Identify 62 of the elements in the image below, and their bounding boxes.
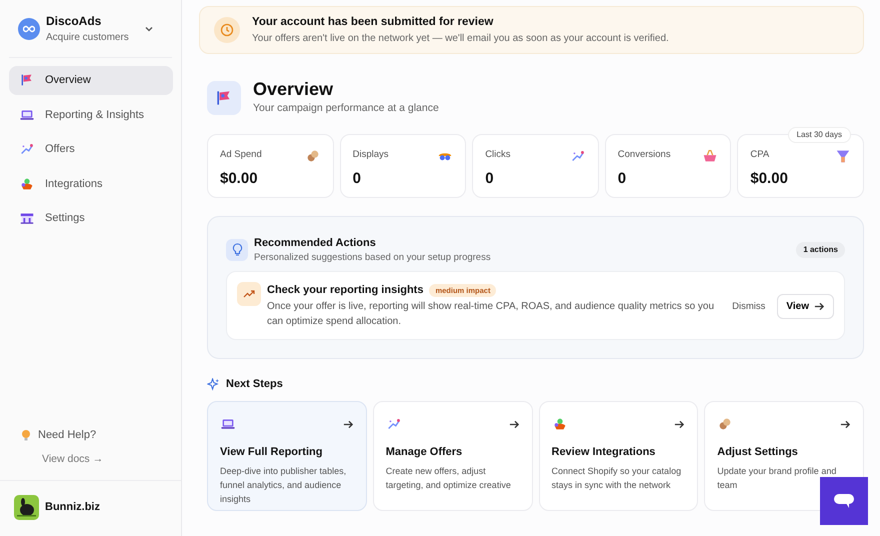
lightbulb-icon xyxy=(20,428,32,442)
chat-icon xyxy=(833,492,855,510)
brand-name: DiscoAds xyxy=(46,13,102,30)
basket-icon xyxy=(702,148,718,164)
step-card[interactable]: Manage Offers Create new offers, adjust targeting, and optimize creative xyxy=(372,401,532,512)
account-name: Bunniz.biz xyxy=(45,500,100,516)
stat-value: 0 xyxy=(618,168,628,189)
arrow-icon xyxy=(840,418,851,430)
arrow-icon xyxy=(674,418,686,430)
step-title: Review Integrations xyxy=(552,445,656,460)
coins-icon xyxy=(304,148,321,164)
stat-value: $0.00 xyxy=(750,168,789,189)
step-card[interactable]: View Full Reporting Deep-dive into publisher tables, funnel analytics, and audience insights xyxy=(207,401,367,512)
stat-value: $0.00 xyxy=(220,168,259,189)
actions-count: 1 actions xyxy=(796,242,845,258)
step-card[interactable]: Adjust Settings Update your brand profile and team xyxy=(704,401,864,512)
section-subtitle: Personalized suggestions based on your setup progress xyxy=(254,251,492,266)
stat-value: 0 xyxy=(352,168,362,189)
step-text: Deep-dive into publisher tables, funnel analytics, and audience insights xyxy=(220,464,348,506)
help-title: Need Help? xyxy=(38,428,96,443)
arrow-icon xyxy=(342,418,354,430)
stat-label: Clicks xyxy=(485,148,511,162)
step-title: View Full Reporting xyxy=(220,445,324,460)
nav-item[interactable]: Offers xyxy=(9,135,173,164)
stat-label: Displays xyxy=(352,148,388,162)
trend-icon xyxy=(237,282,261,306)
stat-label: Conversions xyxy=(618,148,671,162)
step-text: Update your brand profile and team xyxy=(717,464,838,492)
section-title: Recommended Actions xyxy=(254,236,377,251)
action-title: Check your reporting insights xyxy=(267,283,424,298)
step-title: Adjust Settings xyxy=(717,445,799,460)
arrow-icon xyxy=(814,301,825,312)
view-button[interactable]: View xyxy=(777,294,834,320)
flag-icon xyxy=(207,80,241,115)
alert-text: Your offers aren't live on the network yet — we'll email you as soon as your account is verified. xyxy=(252,32,669,46)
section-title: Next Steps xyxy=(226,376,283,392)
page-title: Overview xyxy=(253,79,334,101)
nav-item[interactable]: Integrations xyxy=(9,170,173,198)
funnel-icon xyxy=(834,148,851,164)
docs-link[interactable]: View docs → xyxy=(42,453,104,466)
page-subtitle: Your campaign performance at a glance xyxy=(253,100,439,116)
brand-logo xyxy=(18,18,40,40)
stat-value: 0 xyxy=(485,168,495,189)
nav-item[interactable]: Reporting & Insights xyxy=(9,100,173,129)
brand-tagline: Acquire customers xyxy=(46,31,130,45)
step-title: Manage Offers xyxy=(386,445,464,460)
dismiss-button[interactable]: Dismiss xyxy=(732,300,766,314)
stat-label: Ad Spend xyxy=(220,148,262,162)
stat-label: CPA xyxy=(750,148,770,162)
arrow-icon xyxy=(508,418,520,430)
chat-button[interactable] xyxy=(820,477,868,525)
step-text: Create new offers, adjust targeting, and optimize creative xyxy=(386,464,512,492)
period-badge: Last 30 days xyxy=(788,126,851,143)
lightbulb-icon xyxy=(226,238,248,261)
nav-item[interactable]: Overview xyxy=(9,66,173,94)
step-card[interactable]: Review Integrations Connect Shopify so your catalog stays in sync with the network xyxy=(538,401,698,512)
action-text: Once your offer is live, reporting will show real-time CPA, ROAS, and audience quality metrics so you can optimize spend allocation. xyxy=(267,300,716,329)
step-text: Connect Shopify so your catalog stays in sync with the network xyxy=(552,464,682,492)
clock-icon xyxy=(214,17,240,44)
coins-icon xyxy=(717,416,734,432)
nav-item[interactable]: Settings xyxy=(9,204,173,232)
alert-title: Your account has been submitted for review xyxy=(252,15,494,30)
